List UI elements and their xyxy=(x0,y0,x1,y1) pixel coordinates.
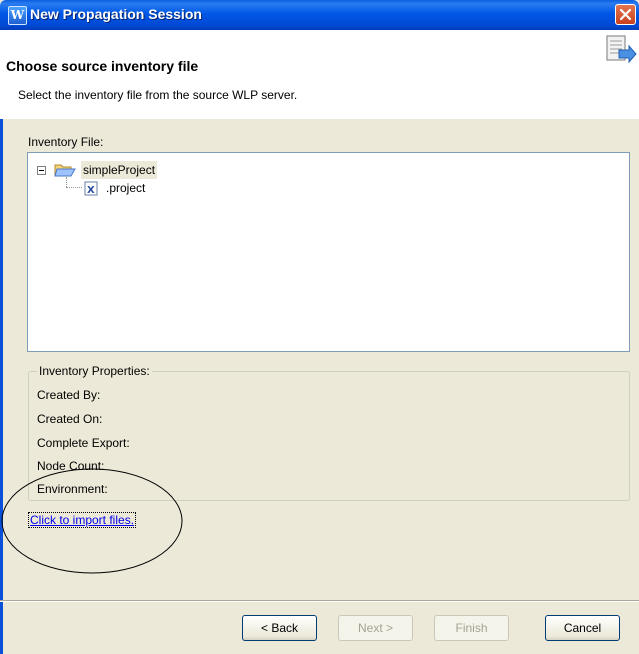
group-legend: Inventory Properties: xyxy=(37,364,152,378)
svg-text:X: X xyxy=(87,185,95,196)
complete-export-label: Complete Export: xyxy=(37,436,130,450)
propagation-dialog: W New Propagation Session Choose source … xyxy=(0,0,639,654)
tree-node-label[interactable]: simpleProject xyxy=(81,161,158,179)
inventory-file-tree[interactable]: simpleProject X .project xyxy=(27,152,630,352)
created-on-label: Created On: xyxy=(37,412,103,426)
highlight-circle xyxy=(1,468,183,574)
window-title: New Propagation Session xyxy=(30,6,202,22)
close-icon xyxy=(619,8,632,21)
finish-button[interactable]: Finish xyxy=(434,615,509,641)
header-separator xyxy=(0,118,639,119)
wizard-header: Choose source inventory file Select the … xyxy=(0,30,639,119)
cancel-button[interactable]: Cancel xyxy=(545,615,620,641)
folder-open-icon xyxy=(54,164,76,177)
app-icon: W xyxy=(8,6,27,25)
footer-separator-highlight xyxy=(0,601,639,602)
inventory-file-label: Inventory File: xyxy=(28,135,104,149)
xml-file-icon: X xyxy=(84,181,98,196)
tree-node-label[interactable]: .project xyxy=(106,179,145,197)
inventory-wizard-icon xyxy=(606,35,637,64)
next-button[interactable]: Next > xyxy=(338,615,413,641)
page-title: Choose source inventory file xyxy=(6,58,199,74)
title-bar[interactable]: W New Propagation Session xyxy=(0,0,639,30)
back-button[interactable]: < Back xyxy=(242,615,317,641)
tree-node-root[interactable]: simpleProject xyxy=(28,161,628,179)
page-description: Select the inventory file from the sourc… xyxy=(18,88,298,102)
close-button[interactable] xyxy=(615,4,636,25)
collapse-icon[interactable] xyxy=(37,166,46,175)
created-by-label: Created By: xyxy=(37,388,101,402)
tree-node-child[interactable]: X .project xyxy=(28,179,628,197)
